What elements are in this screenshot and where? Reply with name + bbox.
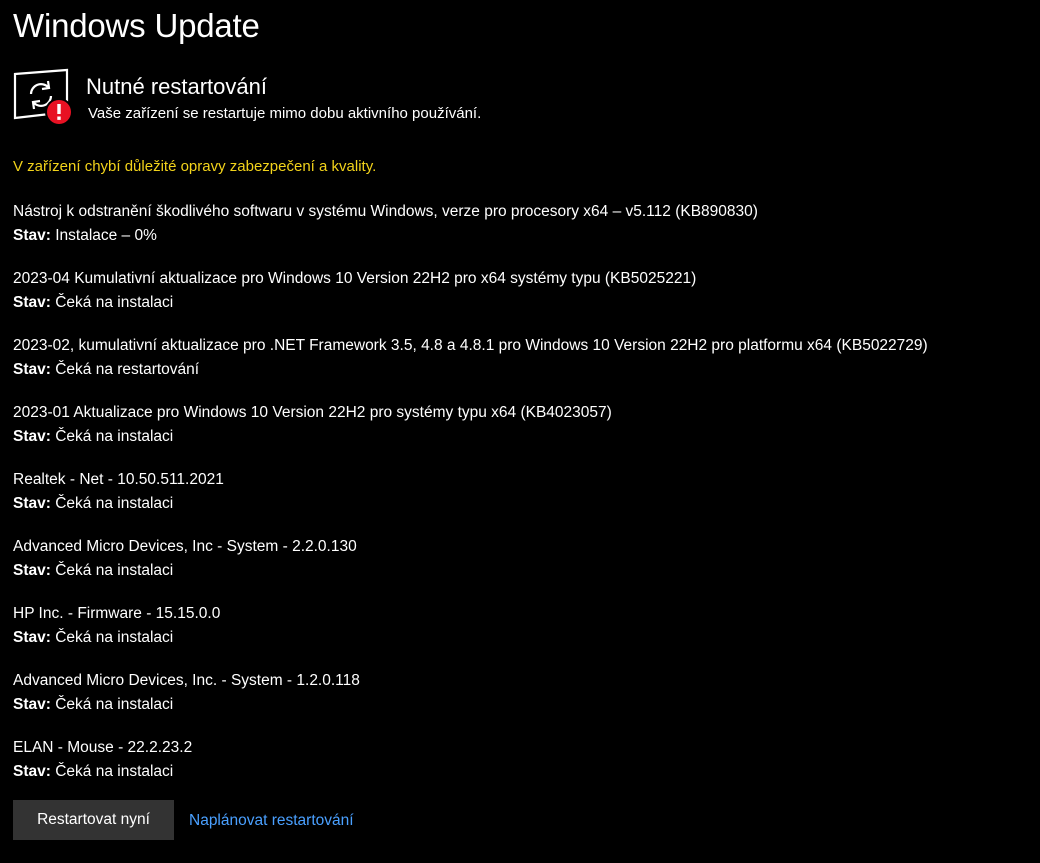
status-value: Čeká na instalaci	[50, 629, 174, 646]
schedule-restart-link[interactable]: Naplánovat restartování	[189, 810, 354, 832]
update-name: Nástroj k odstranění škodlivého softwaru…	[13, 203, 758, 220]
status-value: Čeká na instalaci	[50, 562, 174, 579]
update-status: Stav: Čeká na instalaci	[13, 291, 1033, 315]
update-name: ELAN - Mouse - 22.2.23.2	[13, 739, 193, 756]
update-item: 2023-02, kumulativní aktualizace pro .NE…	[13, 334, 1033, 401]
update-item: ELAN - Mouse - 22.2.23.2 Stav: Čeká na i…	[13, 736, 1033, 803]
status-label: Stav:	[13, 696, 51, 713]
update-item: Nástroj k odstranění škodlivého softwaru…	[13, 200, 1033, 267]
update-name: 2023-02, kumulativní aktualizace pro .NE…	[13, 337, 928, 354]
monitor-restart-icon	[13, 68, 73, 126]
update-name: HP Inc. - Firmware - 15.15.0.0	[13, 605, 221, 622]
update-list: Nástroj k odstranění škodlivého softwaru…	[13, 200, 1033, 803]
status-value: Instalace – 0%	[50, 227, 157, 244]
update-item: HP Inc. - Firmware - 15.15.0.0 Stav: Ček…	[13, 602, 1033, 669]
status-value: Čeká na instalaci	[50, 495, 174, 512]
update-status: Stav: Čeká na instalaci	[13, 425, 1033, 449]
update-name: Realtek - Net - 10.50.511.2021	[13, 471, 224, 488]
status-subtext: Vaše zařízení se restartuje mimo dobu ak…	[88, 105, 482, 122]
update-name: 2023-04 Kumulativní aktualizace pro Wind…	[13, 270, 697, 287]
update-name: Advanced Micro Devices, Inc - System - 2…	[13, 538, 357, 555]
update-status: Stav: Čeká na instalaci	[13, 559, 1033, 583]
status-value: Čeká na instalaci	[50, 294, 174, 311]
update-item: Advanced Micro Devices, Inc - System - 2…	[13, 535, 1033, 602]
update-status: Stav: Čeká na instalaci	[13, 760, 1033, 784]
status-heading: Nutné restartování	[86, 74, 267, 99]
update-item: 2023-01 Aktualizace pro Windows 10 Versi…	[13, 401, 1033, 468]
status-value: Čeká na instalaci	[50, 696, 174, 713]
update-name: 2023-01 Aktualizace pro Windows 10 Versi…	[13, 404, 612, 421]
status-label: Stav:	[13, 495, 51, 512]
status-value: Čeká na instalaci	[50, 763, 174, 780]
update-item: Advanced Micro Devices, Inc. - System - …	[13, 669, 1033, 736]
update-status: Stav: Čeká na instalaci	[13, 626, 1033, 650]
restart-now-button[interactable]: Restartovat nyní	[13, 800, 174, 840]
actions-bar: Restartovat nyní Naplánovat restartování	[13, 800, 613, 840]
status-label: Stav:	[13, 294, 51, 311]
status-label: Stav:	[13, 227, 51, 244]
update-item: Realtek - Net - 10.50.511.2021 Stav: Ček…	[13, 468, 1033, 535]
update-status: Stav: Čeká na restartování	[13, 358, 1033, 382]
update-status: Stav: Čeká na instalaci	[13, 492, 1033, 516]
status-label: Stav:	[13, 361, 51, 378]
status-label: Stav:	[13, 629, 51, 646]
update-item: 2023-04 Kumulativní aktualizace pro Wind…	[13, 267, 1033, 334]
security-warning-text: V zařízení chybí důležité opravy zabezpe…	[13, 158, 377, 175]
restart-required-icon	[13, 68, 75, 128]
windows-update-page: Windows Update Nutné restartování Vaše z…	[13, 0, 1033, 863]
update-name: Advanced Micro Devices, Inc. - System - …	[13, 672, 360, 689]
status-label: Stav:	[13, 562, 51, 579]
status-value: Čeká na instalaci	[50, 428, 174, 445]
update-status: Stav: Instalace – 0%	[13, 224, 1033, 248]
status-label: Stav:	[13, 763, 51, 780]
status-label: Stav:	[13, 428, 51, 445]
page-title: Windows Update	[13, 7, 260, 44]
restart-status-block: Nutné restartování Vaše zařízení se rest…	[13, 68, 1013, 128]
status-value: Čeká na restartování	[50, 361, 200, 378]
update-status: Stav: Čeká na instalaci	[13, 693, 1033, 717]
